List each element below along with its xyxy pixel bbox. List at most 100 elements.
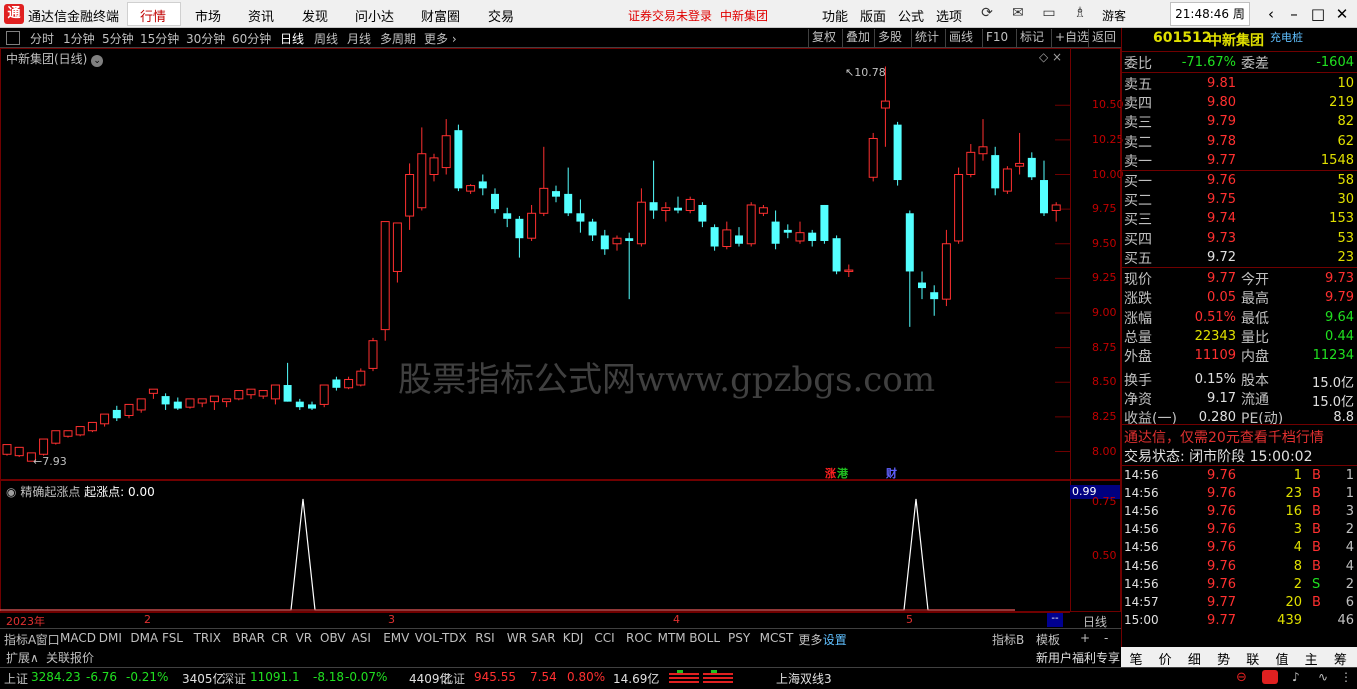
candle[interactable] bbox=[661, 202, 671, 222]
candle[interactable] bbox=[417, 127, 427, 211]
tool-button-8[interactable]: 返回 bbox=[1088, 29, 1116, 47]
indicator-tab-15[interactable]: WR bbox=[507, 631, 527, 645]
candle[interactable] bbox=[258, 390, 268, 399]
candle[interactable] bbox=[893, 121, 902, 186]
candle[interactable] bbox=[51, 430, 61, 445]
scroll-indicator[interactable]: -- bbox=[1047, 613, 1063, 627]
candle[interactable] bbox=[552, 185, 560, 203]
indicator-tab-23[interactable]: MCST bbox=[760, 631, 794, 645]
period-tab-9[interactable]: 多周期 bbox=[380, 30, 416, 47]
status-item-5[interactable]: 深证 bbox=[222, 670, 246, 687]
candle[interactable] bbox=[905, 210, 914, 327]
candle[interactable] bbox=[758, 204, 768, 217]
indicator-tab-13[interactable]: VOL-TDX bbox=[415, 631, 467, 645]
candle[interactable] bbox=[1040, 160, 1048, 217]
candle[interactable] bbox=[918, 271, 926, 300]
close-icon[interactable]: ✕ bbox=[1332, 5, 1352, 23]
indicator-tab-7[interactable]: BRAR bbox=[232, 631, 265, 645]
candle[interactable] bbox=[674, 196, 682, 214]
message-icon[interactable] bbox=[1262, 670, 1278, 684]
bid-price[interactable]: 9.75 bbox=[1160, 192, 1236, 207]
period-tab-8[interactable]: 月线 bbox=[347, 30, 371, 47]
quote-tab-2[interactable]: 细 bbox=[1181, 649, 1207, 668]
ask-price[interactable]: 9.77 bbox=[1160, 153, 1236, 168]
candle[interactable] bbox=[722, 221, 732, 250]
period-tab-10[interactable]: 更多 › bbox=[424, 30, 457, 47]
indicator-tab-14[interactable]: RSI bbox=[475, 631, 495, 645]
indicator-tab-17[interactable]: KDJ bbox=[563, 631, 584, 645]
indicator-tab-12[interactable]: EMV bbox=[383, 631, 409, 645]
status-item-0[interactable]: 上证 bbox=[4, 670, 28, 687]
period-tab-5[interactable]: 60分钟 bbox=[232, 30, 271, 47]
candle[interactable] bbox=[270, 384, 280, 405]
related-quotes-button[interactable]: 关联报价 bbox=[46, 649, 94, 666]
candle[interactable] bbox=[234, 390, 244, 401]
indicator-right-3[interactable]: - bbox=[1104, 631, 1108, 645]
indicator-right-1[interactable]: 模板 bbox=[1036, 631, 1060, 648]
bid-price[interactable]: 9.72 bbox=[1160, 250, 1236, 265]
period-tab-1[interactable]: 1分钟 bbox=[63, 30, 95, 47]
candle[interactable] bbox=[649, 160, 658, 219]
quote-tab-1[interactable]: 价 bbox=[1152, 649, 1178, 668]
candle[interactable] bbox=[173, 397, 182, 410]
indicator-tab-10[interactable]: OBV bbox=[320, 631, 346, 645]
candle[interactable] bbox=[429, 153, 439, 182]
candle[interactable] bbox=[527, 204, 537, 241]
candle[interactable] bbox=[454, 124, 463, 192]
indicator-tab-2[interactable]: MACD bbox=[60, 631, 96, 645]
refresh-icon[interactable]: ⟳ bbox=[978, 5, 996, 23]
candle[interactable] bbox=[209, 395, 219, 410]
period-tab-2[interactable]: 5分钟 bbox=[102, 30, 134, 47]
bid-price[interactable]: 9.73 bbox=[1160, 231, 1236, 246]
candle[interactable] bbox=[441, 119, 451, 175]
candle[interactable] bbox=[783, 224, 792, 239]
candle[interactable] bbox=[868, 132, 878, 182]
tool-button-5[interactable]: F10 bbox=[982, 29, 1008, 47]
ask-price[interactable]: 9.80 bbox=[1160, 95, 1236, 110]
tool-button-2[interactable]: 多股 bbox=[874, 29, 902, 47]
candle[interactable] bbox=[332, 376, 341, 391]
candle[interactable] bbox=[295, 398, 304, 410]
right-menu-2[interactable]: 公式 bbox=[898, 6, 924, 25]
tool-button-3[interactable]: 统计 bbox=[911, 29, 939, 47]
candle[interactable] bbox=[466, 184, 476, 194]
indicator-tab-1[interactable]: 窗口 bbox=[36, 631, 60, 648]
period-tab-4[interactable]: 30分钟 bbox=[186, 30, 225, 47]
badge-2[interactable]: 财 bbox=[886, 465, 897, 481]
indicator-tab-5[interactable]: FSL bbox=[162, 631, 183, 645]
candle[interactable] bbox=[283, 362, 292, 402]
period-tab-3[interactable]: 15分钟 bbox=[140, 30, 179, 47]
indicator-tab-16[interactable]: SAR bbox=[531, 631, 555, 645]
candle[interactable] bbox=[124, 403, 134, 419]
candle[interactable] bbox=[356, 368, 366, 387]
candle[interactable] bbox=[746, 202, 756, 247]
candle[interactable] bbox=[100, 413, 110, 427]
candle[interactable] bbox=[75, 426, 85, 437]
signal-icon[interactable]: ∿ bbox=[1318, 670, 1328, 684]
right-menu-1[interactable]: 版面 bbox=[860, 6, 886, 25]
candle[interactable] bbox=[966, 144, 976, 178]
candle[interactable] bbox=[820, 204, 829, 244]
quote-tab-0[interactable]: 笔 bbox=[1123, 649, 1149, 668]
indicator-tab-22[interactable]: PSY bbox=[728, 631, 750, 645]
indicator-tab-20[interactable]: MTM bbox=[658, 631, 686, 645]
candle[interactable] bbox=[136, 398, 146, 413]
indicator-tab-8[interactable]: CR bbox=[271, 631, 288, 645]
candle[interactable] bbox=[185, 398, 195, 409]
indicator-tab-6[interactable]: TRIX bbox=[194, 631, 221, 645]
indicator-tab-24[interactable]: 更多 bbox=[798, 631, 822, 648]
login-warning-0[interactable]: 证券交易未登录 bbox=[628, 7, 712, 24]
indicator-tab-0[interactable]: 指标A bbox=[4, 631, 36, 648]
candle[interactable] bbox=[368, 337, 378, 372]
monitor-icon[interactable]: ▭ bbox=[1040, 5, 1058, 23]
candle[interactable] bbox=[832, 235, 841, 275]
menu-item-0[interactable]: 行情 bbox=[140, 6, 166, 25]
period-tab-0[interactable]: 分时 bbox=[30, 30, 54, 47]
bell-icon[interactable]: ♪ bbox=[1292, 670, 1300, 684]
stock-tag[interactable]: 充电桩 bbox=[1270, 29, 1303, 45]
candle[interactable] bbox=[710, 224, 719, 251]
tool-button-0[interactable]: 复权 bbox=[808, 29, 836, 47]
server-label[interactable]: 上海双线3 bbox=[776, 670, 832, 687]
menu-item-2[interactable]: 资讯 bbox=[248, 6, 274, 25]
status-item-10[interactable]: 北证 bbox=[441, 670, 465, 687]
